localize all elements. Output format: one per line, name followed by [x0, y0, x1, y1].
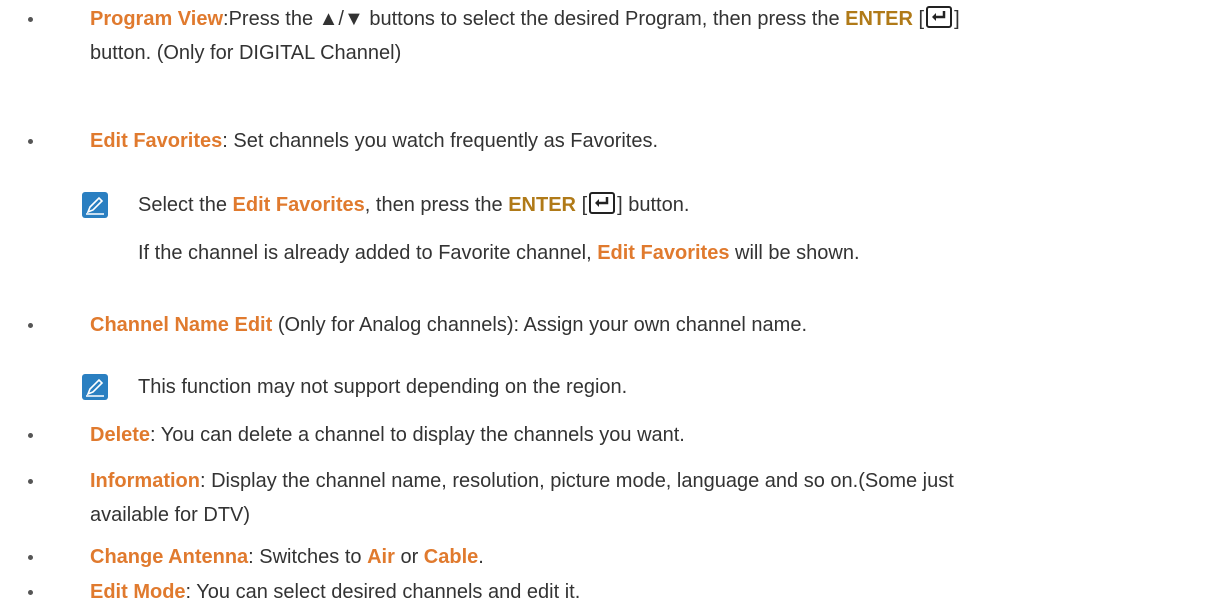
note-text: This function may not support depending …	[138, 376, 628, 398]
note-pencil-icon	[82, 192, 108, 218]
bullet	[28, 433, 33, 438]
note-text: If the channel is already added to Favor…	[138, 242, 598, 264]
term-edit-favorites: Edit Favorites	[232, 194, 365, 216]
note-text: Select the	[138, 194, 233, 216]
term-edit-favorites: Edit Favorites	[597, 242, 730, 264]
desc-edit-mode: : You can select desired channels and ed…	[185, 581, 581, 603]
term-edit-mode: Edit Mode	[90, 581, 186, 603]
note-edit-favorites: Select the Edit Favorites, then press th…	[82, 188, 1205, 270]
list-item-change-antenna: Change Antenna: Switches to Air or Cable…	[28, 540, 1205, 574]
note-text: will be shown.	[729, 242, 860, 264]
enter-key-icon	[926, 6, 953, 28]
bullet	[28, 17, 33, 22]
desc-delete: : You can delete a channel to display th…	[150, 424, 685, 446]
enter-bracket: []	[918, 6, 960, 30]
term-delete: Delete	[90, 424, 151, 446]
desc-change-antenna: or	[394, 546, 424, 568]
list-item-program-view: Program View:Press the ▲/▼ buttons to se…	[28, 2, 1205, 70]
desc-information-line2: available for DTV)	[90, 504, 251, 526]
note-pencil-icon	[82, 374, 108, 400]
term-change-antenna: Change Antenna	[90, 546, 249, 568]
bullet	[28, 590, 33, 595]
bullet	[28, 323, 33, 328]
list-item-edit-mode: Edit Mode: You can select desired channe…	[28, 575, 1205, 609]
desc-change-antenna: : Switches to	[248, 546, 368, 568]
enter-key-icon	[589, 192, 616, 214]
desc-program-view: :Press the ▲/▼ buttons to select the des…	[223, 8, 846, 30]
enter-label: ENTER	[845, 8, 913, 30]
note-region: This function may not support depending …	[82, 370, 1205, 404]
bullet	[28, 479, 33, 484]
desc-channel-name-edit: (Only for Analog channels): Assign your …	[272, 314, 808, 336]
list-item-edit-favorites: Edit Favorites: Set channels you watch f…	[28, 124, 1205, 158]
term-information: Information	[90, 470, 200, 492]
term-channel-name-edit: Channel Name Edit	[90, 314, 273, 336]
note-text: , then press the	[364, 194, 509, 216]
list-item-information: Information: Display the channel name, r…	[28, 464, 1205, 532]
enter-bracket: []	[581, 192, 623, 216]
enter-label: ENTER	[508, 194, 576, 216]
option-cable: Cable	[423, 546, 479, 568]
bullet	[28, 555, 33, 560]
note-text: button.	[622, 194, 690, 216]
list-item-delete: Delete: You can delete a channel to disp…	[28, 418, 1205, 452]
desc-edit-favorites: : Set channels you watch frequently as F…	[222, 130, 659, 152]
term-program-view: Program View	[90, 8, 224, 30]
desc-information: : Display the channel name, resolution, …	[200, 470, 954, 492]
desc-change-antenna: .	[478, 546, 484, 568]
bullet	[28, 139, 33, 144]
option-air: Air	[367, 546, 395, 568]
desc-program-view-line2: button. (Only for DIGITAL Channel)	[90, 42, 402, 64]
list-item-channel-name-edit: Channel Name Edit (Only for Analog chann…	[28, 308, 1205, 342]
term-edit-favorites: Edit Favorites	[90, 130, 223, 152]
